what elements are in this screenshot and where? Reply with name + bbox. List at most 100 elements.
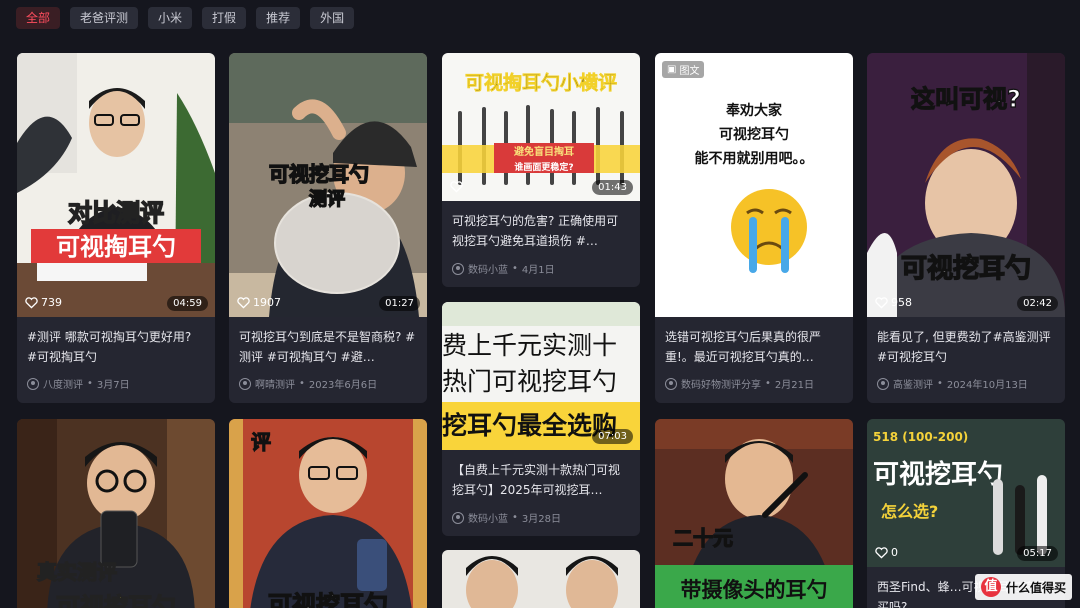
thumb-text: 这叫可视?: [911, 85, 1021, 113]
video-card-7[interactable]: 评 可视挖耳勺: [229, 419, 427, 608]
tab-xiaomi[interactable]: 小米: [148, 7, 193, 29]
image-text-badge: ▣ 图文: [662, 61, 705, 78]
avatar-icon: [27, 377, 39, 390]
avatar-icon: [665, 377, 677, 390]
thumb-text: 避免盲目掏耳: [513, 145, 574, 158]
like-count: 1907: [237, 296, 281, 309]
tab-laoba[interactable]: 老爸评测: [70, 7, 139, 29]
card-meta: 啊晴测评 • 2023年6月6日: [239, 376, 421, 391]
tab-all[interactable]: 全部: [16, 7, 61, 29]
filter-tabs: 全部 老爸评测 小米 打假 推荐 外国: [16, 7, 355, 29]
thumb-text: 可视挖耳勺: [901, 253, 1031, 284]
like-value: 0: [891, 546, 898, 559]
like-count: [450, 181, 466, 193]
heart-icon: [875, 546, 888, 559]
image-card-4[interactable]: 奉劝大家 可视挖耳勺 能不用就别用吧。。 ▣ 图文 选错可视挖耳勺后果真的很严重…: [655, 53, 853, 403]
thumb-text: 能不用就别用吧。。: [695, 150, 814, 167]
author-name[interactable]: 啊晴测评: [255, 376, 295, 391]
video-card-2[interactable]: 可视挖耳勺 测评 1907 01:27 可视挖耳勺到底是不是智商税? #测评 #…: [229, 53, 427, 403]
tab-dajia[interactable]: 打假: [202, 7, 247, 29]
duration-badge: 05:17: [1017, 546, 1058, 561]
heart-icon: [25, 296, 38, 309]
card-title[interactable]: 可视挖耳勺到底是不是智商税? #测评 #可视掏耳勺 #避…: [239, 327, 417, 367]
video-card-6[interactable]: 真实测评 可视挖耳勺: [17, 419, 215, 608]
thumbnail[interactable]: 评 可视挖耳勺: [229, 419, 427, 608]
thumbnail[interactable]: 真实测评 可视挖耳勺: [17, 419, 215, 608]
watermark-text: 什么值得买: [1005, 580, 1066, 595]
author-name[interactable]: 高鉴测评: [893, 376, 933, 391]
card-title[interactable]: 【自费上千元实测十款热门可视挖耳勺】2025年可视挖耳…: [452, 460, 630, 500]
thumbnail[interactable]: 二十元 带摄像头的耳勺: [655, 419, 853, 608]
thumb-text: 可视掏耳勺小横评: [465, 71, 617, 94]
thumb-text: 真实测评: [37, 560, 117, 584]
card-meta: 数码小蓝 • 3月28日: [452, 510, 634, 525]
author-name[interactable]: 数码小蓝: [468, 261, 508, 276]
post-date: 4月1日: [521, 265, 555, 276]
avatar-icon: [239, 377, 251, 390]
duration-badge: 07:03: [592, 429, 633, 444]
post-date: 2月21日: [774, 380, 814, 391]
thumb-text: 费上千元实测十: [442, 331, 617, 360]
video-card-5[interactable]: 这叫可视? 可视挖耳勺 958 02:42 能看见了, 但更费劲了#高鉴测评 #…: [867, 53, 1065, 403]
thumbnail[interactable]: 奉劝大家 可视挖耳勺 能不用就别用吧。。 ▣ 图文: [655, 53, 853, 317]
thumb-text: 热门可视挖耳勺: [442, 367, 617, 396]
video-card-11[interactable]: [442, 550, 640, 608]
card-meta: 数码好物测评分享 • 2月21日: [665, 376, 847, 391]
watermark: 值 什么值得买: [974, 574, 1072, 600]
like-count: 739: [25, 296, 62, 309]
card-title[interactable]: 能看见了, 但更费劲了#高鉴测评 #可视挖耳勺: [877, 327, 1055, 367]
like-value: 1907: [253, 296, 281, 309]
like-count: 0: [875, 546, 898, 559]
tab-tuijian[interactable]: 推荐: [256, 7, 301, 29]
post-date: 3月28日: [521, 514, 561, 525]
card-title[interactable]: #测评 哪款可视掏耳勺更好用? #可视掏耳勺: [27, 327, 205, 367]
like-value: 958: [891, 296, 912, 309]
thumb-text: 对比测评: [68, 199, 164, 227]
duration-badge: 01:43: [592, 180, 633, 195]
thumb-text: 可视掏耳勺: [56, 233, 176, 261]
thumb-text: 可视挖耳勺: [719, 126, 789, 143]
thumbnail[interactable]: 费上千元实测十 热门可视挖耳勺 挖耳勺最全选购 07:03: [442, 302, 640, 450]
video-grid: 对比测评 可视掏耳勺 739 04:59 #测评 哪款可视掏耳勺更好用? #可视…: [17, 53, 1065, 608]
thumb-text: 可视挖耳勺: [268, 591, 388, 608]
image-text-icon: ▣: [667, 64, 677, 75]
video-card-9[interactable]: 二十元 带摄像头的耳勺: [655, 419, 853, 608]
heart-icon: [237, 296, 250, 309]
thumbnail[interactable]: 这叫可视? 可视挖耳勺 958 02:42: [867, 53, 1065, 317]
author-name[interactable]: 八度测评: [43, 376, 83, 391]
duration-badge: 02:42: [1017, 296, 1058, 311]
thumb-text: 518 (100-200): [873, 430, 968, 444]
thumbnail[interactable]: [442, 550, 640, 608]
avatar-icon: [877, 377, 889, 390]
avatar-icon: [452, 262, 464, 275]
card-title[interactable]: 选错可视挖耳勺后果真的很严重!。最近可视挖耳勺真的…: [665, 327, 843, 367]
thumbnail[interactable]: 可视掏耳勺小横评 避免盲目掏耳 谁画面更稳定? 01:43: [442, 53, 640, 201]
video-card-3[interactable]: 可视掏耳勺小横评 避免盲目掏耳 谁画面更稳定? 01:43 可视挖耳勺的危害? …: [442, 53, 640, 287]
thumb-text: 谁画面更稳定?: [514, 161, 573, 173]
card-meta: 数码小蓝 • 4月1日: [452, 261, 634, 276]
like-value: 739: [41, 296, 62, 309]
thumb-text: 挖耳勺最全选购: [442, 411, 617, 440]
thumbnail[interactable]: 对比测评 可视掏耳勺 739 04:59: [17, 53, 215, 317]
like-count: 958: [875, 296, 912, 309]
thumb-text: 可视挖耳勺: [873, 459, 1003, 490]
watermark-logo: 值: [980, 577, 1001, 597]
thumbnail[interactable]: 518 (100-200) 可视挖耳勺 怎么选? 0 05:17: [867, 419, 1065, 567]
tab-waiguo[interactable]: 外国: [310, 7, 355, 29]
author-name[interactable]: 数码小蓝: [468, 510, 508, 525]
post-date: 2024年10月13日: [946, 380, 1028, 391]
thumb-text: 带摄像头的耳勺: [681, 578, 828, 602]
video-card-8[interactable]: 费上千元实测十 热门可视挖耳勺 挖耳勺最全选购 07:03 【自费上千元实测十款…: [442, 302, 640, 536]
heart-icon: [875, 296, 888, 309]
duration-badge: 04:59: [167, 296, 208, 311]
heart-icon: [450, 181, 463, 193]
thumb-text: 可视挖耳勺: [269, 162, 369, 186]
video-card-1[interactable]: 对比测评 可视掏耳勺 739 04:59 #测评 哪款可视掏耳勺更好用? #可视…: [17, 53, 215, 403]
thumbnail[interactable]: 可视挖耳勺 测评 1907 01:27: [229, 53, 427, 317]
author-name[interactable]: 数码好物测评分享: [681, 376, 761, 391]
thumb-text: 评: [251, 430, 271, 454]
card-meta: 八度测评 • 3月7日: [27, 376, 209, 391]
avatar-icon: [452, 511, 464, 524]
duration-badge: 01:27: [379, 296, 420, 311]
card-title[interactable]: 可视挖耳勺的危害? 正确使用可视挖耳勺避免耳道损伤 #…: [452, 211, 630, 251]
